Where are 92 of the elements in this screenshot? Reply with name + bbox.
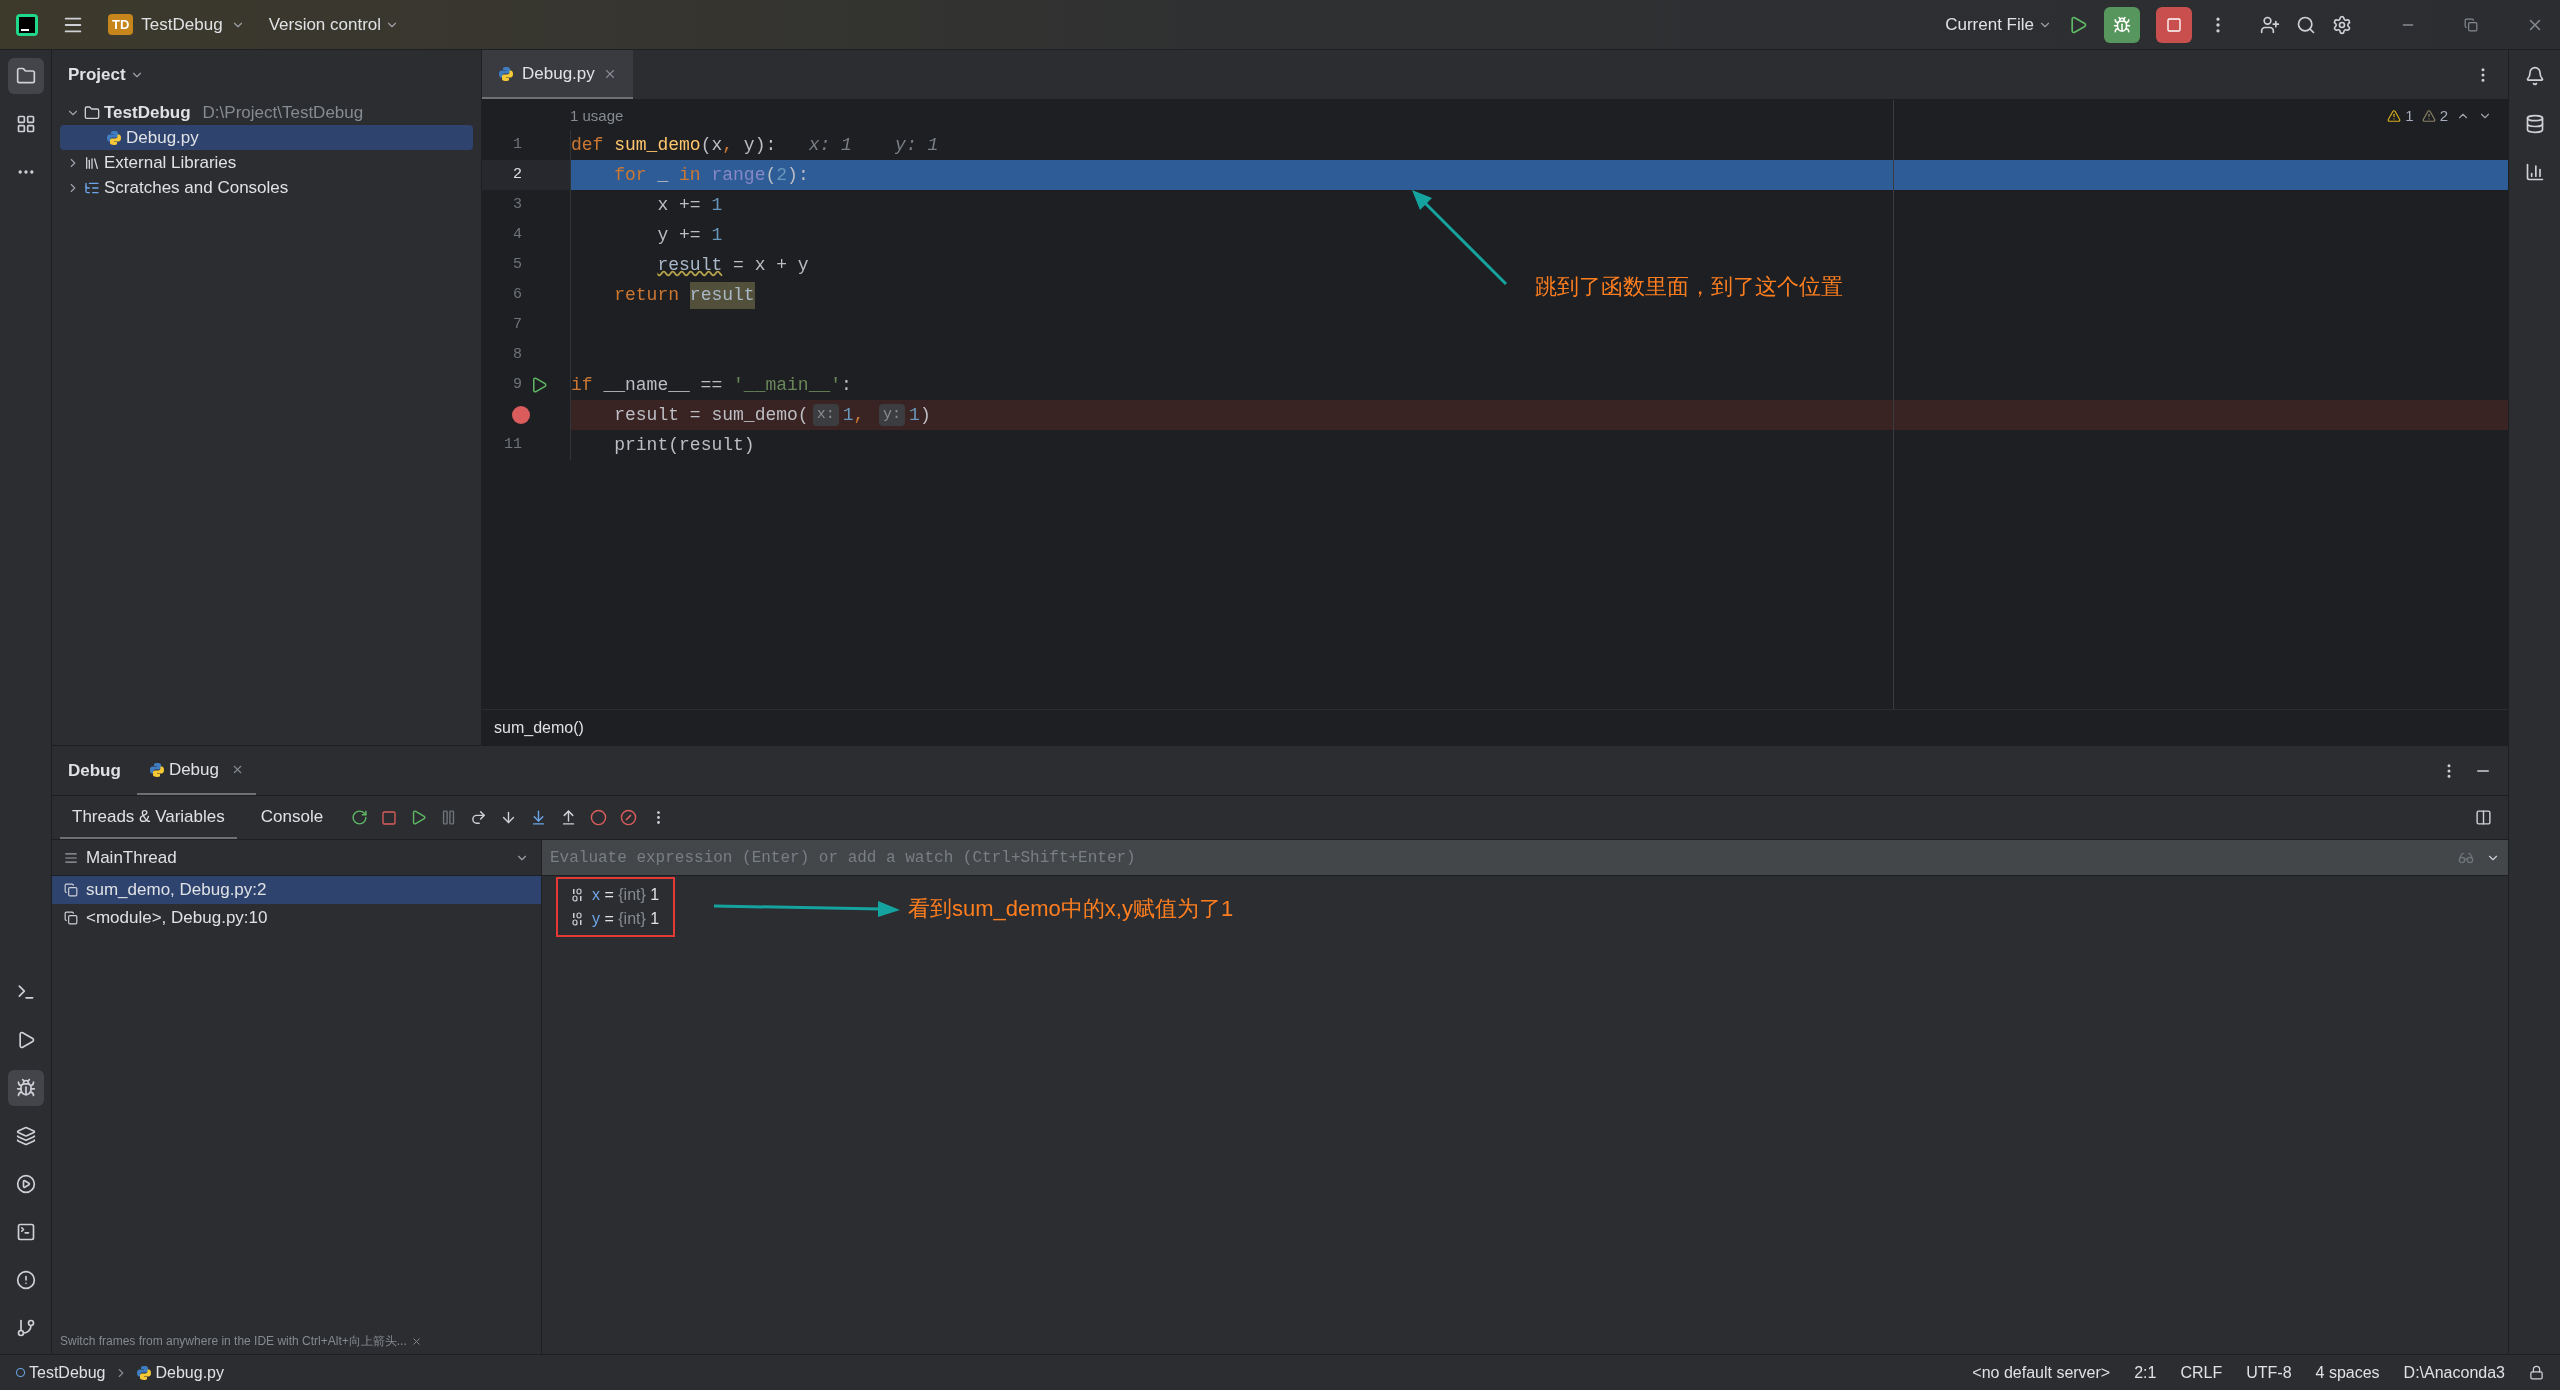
search-icon[interactable] xyxy=(2296,14,2316,35)
step-over-icon[interactable] xyxy=(470,809,488,826)
evaluate-input[interactable]: Evaluate expression (Enter) or add a watch (Ctrl+Shift+Enter) xyxy=(550,845,2446,870)
app-logo-icon xyxy=(16,13,38,36)
mute-breakpoints-icon[interactable] xyxy=(620,809,638,826)
library-icon xyxy=(84,154,100,171)
chart-icon[interactable] xyxy=(2524,162,2545,182)
line-number: 1 xyxy=(512,134,522,155)
annotation-text: 看到sum_demo中的x,y赋值为了1 xyxy=(908,895,1234,923)
stop-icon[interactable] xyxy=(381,809,398,826)
run-config-selector[interactable]: Current File xyxy=(1945,11,2052,38)
tool-window-button[interactable] xyxy=(7,58,44,94)
layers-icon[interactable] xyxy=(15,1126,36,1146)
debug-tool-icon[interactable] xyxy=(15,1078,36,1098)
project-panel-title[interactable]: Project xyxy=(60,50,473,100)
vcs-menu[interactable]: Version control xyxy=(268,11,400,38)
line-number: 11 xyxy=(503,434,522,455)
tool-window-button[interactable] xyxy=(7,1070,44,1106)
status-item[interactable]: 2:1 xyxy=(2126,1360,2165,1385)
stack-frame[interactable]: sum_demo, Debug.py:2 xyxy=(52,876,541,904)
line-number: 9 xyxy=(512,374,522,395)
tree-item[interactable]: Debug.py xyxy=(60,125,473,150)
git-icon[interactable] xyxy=(15,1318,36,1338)
frame-icon xyxy=(64,911,78,925)
status-breadcrumb[interactable]: TestDebug xyxy=(16,1360,106,1385)
line-number: 5 xyxy=(512,254,522,275)
editor-tab[interactable]: Debug.py xyxy=(482,50,633,99)
stop-button[interactable] xyxy=(2156,6,2192,43)
frame-icon xyxy=(64,883,78,897)
resume-icon[interactable] xyxy=(410,809,428,826)
thread-icon xyxy=(64,850,78,865)
evaluate-field[interactable]: Evaluate expression (Enter) or add a watch (Ctrl+Shift+Enter) xyxy=(542,840,2508,876)
close-tab-icon[interactable] xyxy=(231,763,244,776)
stack-frame[interactable]: <module>, Debug.py:10 xyxy=(52,904,541,932)
status-item[interactable]: D:\Anaconda3 xyxy=(2395,1360,2513,1385)
settings-icon[interactable] xyxy=(2332,14,2352,35)
project-icon xyxy=(16,1368,25,1377)
debug-subtab[interactable]: Console xyxy=(248,796,336,839)
inspection-counter[interactable]: 1 xyxy=(2387,104,2414,128)
line-number: 8 xyxy=(512,344,522,365)
project-switcher[interactable]: TD TestDebug xyxy=(108,11,245,38)
tip-text: Switch frames from anywhere in the IDE with Ctrl+Alt+向上箭头... xyxy=(60,1333,407,1350)
line-number: 2 xyxy=(512,164,522,185)
view-breakpoints-icon[interactable] xyxy=(590,809,608,826)
database-icon[interactable] xyxy=(2524,114,2545,134)
services-icon[interactable] xyxy=(15,1174,36,1194)
status-item[interactable]: UTF-8 xyxy=(2238,1360,2300,1385)
code-line: y += 1 xyxy=(570,220,2508,250)
add-user-icon[interactable] xyxy=(2260,14,2280,35)
lock-icon[interactable] xyxy=(2529,1365,2544,1380)
close-icon[interactable] xyxy=(410,1335,422,1347)
binary-type-icon xyxy=(572,912,584,926)
python-file-icon xyxy=(148,761,165,778)
tree-item[interactable]: External Libraries xyxy=(60,150,473,175)
python-file-icon xyxy=(135,1364,152,1381)
folder-icon xyxy=(84,104,100,121)
tree-item[interactable]: Scratches and Consoles xyxy=(60,175,473,200)
debug-subtab[interactable]: Threads & Variables xyxy=(60,796,237,839)
line-number: 6 xyxy=(512,284,522,305)
run-gutter-icon[interactable] xyxy=(530,376,548,394)
project-tool-icon[interactable] xyxy=(15,66,36,86)
status-item[interactable]: 4 spaces xyxy=(2307,1360,2388,1385)
project-badge: TD xyxy=(108,13,134,36)
variable-entry[interactable]: x = {int} 1 xyxy=(592,883,660,907)
layout-icon[interactable] xyxy=(2475,809,2492,826)
debug-panel-title: Debug xyxy=(68,759,121,782)
problems-icon[interactable] xyxy=(15,1270,36,1290)
status-breadcrumb[interactable]: Debug.py xyxy=(135,1360,224,1385)
status-item[interactable]: CRLF xyxy=(2172,1360,2231,1385)
notifications-icon[interactable] xyxy=(2524,66,2545,86)
inspection-counter[interactable]: 2 xyxy=(2421,104,2448,128)
code-line: print(result) xyxy=(570,430,2508,460)
status-item[interactable]: <no default server> xyxy=(1964,1360,2119,1385)
run-icon[interactable] xyxy=(2068,14,2088,35)
python-file-icon xyxy=(498,65,514,82)
debug-button[interactable] xyxy=(2104,6,2140,43)
warning-icon[interactable] xyxy=(2421,109,2436,123)
variable-entry[interactable]: y = {int} 1 xyxy=(592,907,660,931)
terminal-icon[interactable] xyxy=(15,1222,36,1242)
binary-type-icon xyxy=(572,888,584,902)
restore-icon[interactable] xyxy=(2464,17,2478,32)
debug-tab[interactable]: Debug xyxy=(136,746,256,795)
rerun-icon[interactable] xyxy=(351,809,369,826)
line-number: 7 xyxy=(512,314,522,335)
line-number: 4 xyxy=(512,224,522,245)
breadcrumb[interactable]: sum_demo() xyxy=(494,715,584,740)
usage-hint[interactable]: 1 usage xyxy=(570,104,624,128)
line-number: 3 xyxy=(512,194,522,215)
structure-tool-icon[interactable] xyxy=(15,114,36,134)
tree-item[interactable]: TestDebug D:\Project\TestDebug xyxy=(60,100,473,125)
python-file-icon xyxy=(106,129,122,146)
warning-icon[interactable] xyxy=(2387,109,2402,123)
